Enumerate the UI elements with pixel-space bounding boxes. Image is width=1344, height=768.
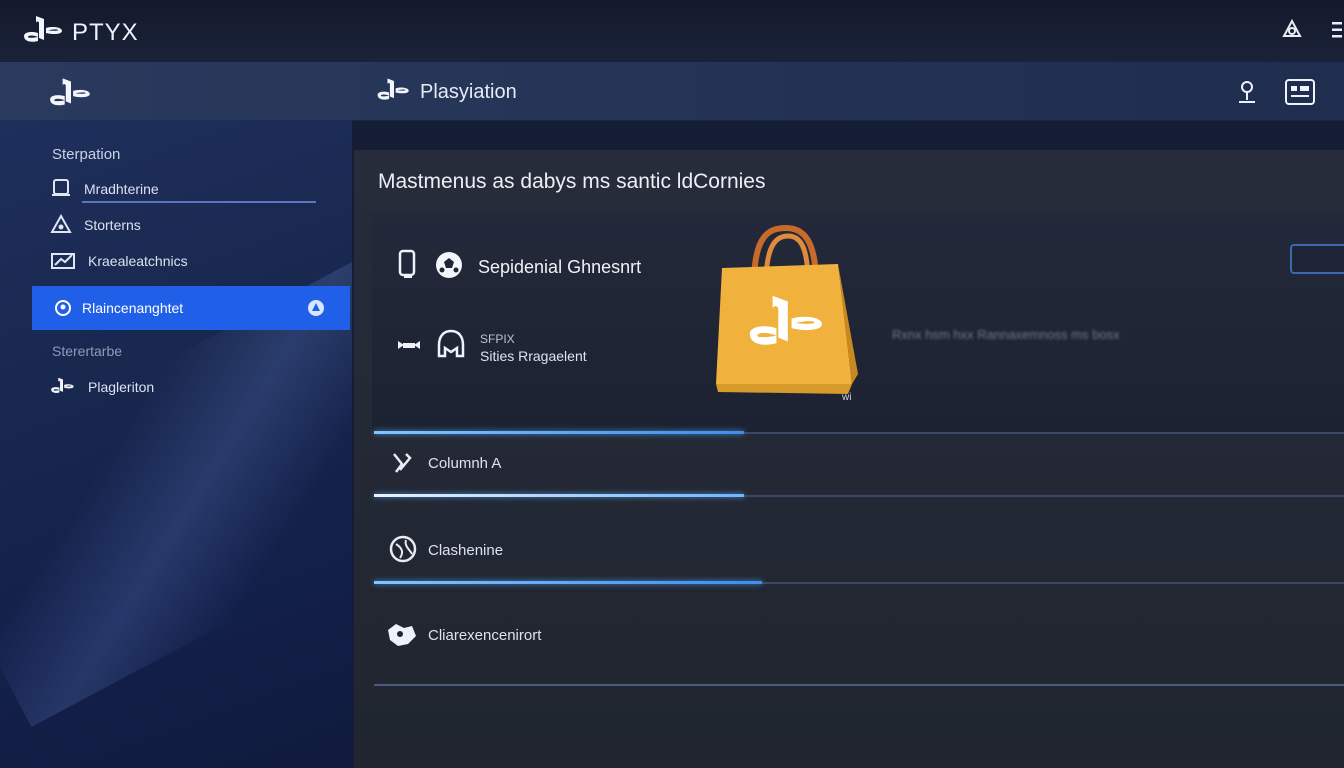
list-progress [374,581,762,584]
bag-tag: wi [842,392,852,403]
list-item-label: Clashenine [428,542,504,559]
featured-row-2[interactable]: SFPIX Sities Rragaelent [396,328,587,367]
top-right-icons [1280,18,1344,42]
playstation-icon [50,376,76,399]
sidebar-item-label: Storterns [84,217,141,233]
top-bar: PTYX [0,0,1344,62]
chart-icon [50,250,76,273]
featured-row-1[interactable]: Sepidenial Ghnesnrt [396,249,641,286]
featured-row-2-line2: Sities Rragaelent [480,347,587,364]
triangle-icon [50,213,72,237]
sidebar-item-3[interactable]: Kraealeatchnics [50,248,188,274]
playstation-small-icon [376,76,412,109]
list-item[interactable]: Columnh A [374,434,1344,498]
header-title-group[interactable]: Plasyiation [376,76,517,109]
sidebar-item-1[interactable]: Mradhterine [50,176,159,202]
notification-badge-icon [306,298,326,323]
profile-icon[interactable] [1234,78,1260,111]
panel-action-button[interactable] [1290,244,1344,274]
header-title: Plasyiation [420,81,517,103]
recycle-icon[interactable] [1280,18,1304,42]
list-item-label: Columnh A [428,455,502,472]
puzzle-icon [384,618,420,655]
blurred-description: Rxnx hsm hxx Rannaxemnoss ms bosx [892,327,1120,342]
user-icon [52,298,74,323]
menu-icon[interactable] [1330,19,1344,41]
header-bar: Plasyiation [0,62,1344,121]
globe-icon [388,534,418,569]
list-item[interactable]: Cliarexencenirort [374,604,1344,668]
playstation-logo-icon [22,14,66,51]
controller-icon [396,335,422,360]
list-divider [374,684,1344,686]
media-icon[interactable] [1284,78,1316,111]
sidebar-section-title: Sterpation [52,146,121,163]
content-title: Mastmenus as dabys ms santic ldCornies [378,170,766,193]
sidebar-item-underline [82,201,316,203]
sidebar-item-label: Kraealeatchnics [88,253,188,269]
sidebar-active-label: Rlaincenanghtet [82,300,184,316]
shopping-bag-icon[interactable] [712,224,862,409]
helmet-icon [436,328,466,367]
featured-row-1-label: Sepidenial Ghnesnrt [478,257,642,277]
tools-icon [388,450,416,483]
sidebar-item-label: Mradhterine [84,181,159,197]
sidebar-section-title-2: Sterertarbe [52,343,123,359]
sidebar-item-label: Plagleriton [88,379,155,395]
list-item-label: Cliarexencenirort [428,627,542,644]
list-progress [374,494,744,497]
sidebar-item-2[interactable]: Storterns [50,212,141,238]
soccer-ball-icon [434,250,464,285]
sidebar-item-bottom[interactable]: Plagleriton [50,374,154,400]
top-logo[interactable]: PTYX [22,14,139,51]
device-icon [396,249,420,286]
featured-row-2-line1: SFPIX [480,331,515,346]
header-icons [1234,78,1316,111]
featured-row-2-text: SFPIX Sities Rragaelent [480,331,587,365]
sidebar-item-active[interactable]: Rlaincenanghtet [32,286,350,330]
playstation-home-icon[interactable] [48,76,94,115]
list-item[interactable]: Clashenine [374,520,1344,584]
brand-name: PTYX [72,18,139,46]
gamepad-icon [50,178,72,201]
